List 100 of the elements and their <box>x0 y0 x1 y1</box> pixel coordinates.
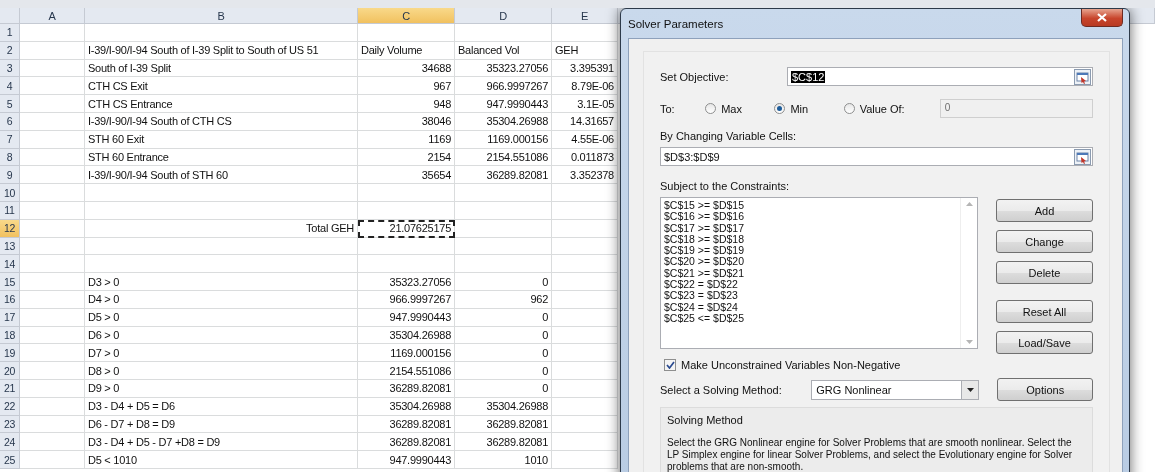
dialog-button[interactable]: Add <box>996 199 1093 222</box>
table-cell: 36289.82081 <box>455 433 552 452</box>
checkbox[interactable] <box>664 359 676 371</box>
column-header[interactable]: B <box>85 8 358 24</box>
variable-cells-field[interactable]: $D$3:$D$9 <box>660 147 1093 166</box>
radio-option[interactable]: Min <box>774 102 844 115</box>
table-cell: GEH <box>552 41 618 60</box>
table-cell: I-39/I-90/I-94 South of CTH CS <box>85 113 358 131</box>
constraint-item[interactable]: $C$17 >= $D$17 <box>664 222 957 234</box>
group-title: Solving Method <box>667 414 744 426</box>
table-cell: D3 > 0 <box>85 273 358 291</box>
field-label: To: <box>660 102 676 115</box>
constraint-item[interactable]: $C$21 >= $D$21 <box>664 267 957 280</box>
scroll-up-icon <box>965 202 973 206</box>
column-header[interactable]: D <box>455 8 552 24</box>
table-cell: Daily Volume <box>358 41 455 60</box>
row-header[interactable]: 19 <box>0 344 20 363</box>
table-cell: 35304.26988 <box>455 397 552 416</box>
row-header[interactable]: 10 <box>0 184 20 202</box>
table-cell: 947.9990443 <box>455 95 552 113</box>
empty-cell <box>552 344 618 363</box>
table-cell: Total GEH <box>85 219 358 238</box>
constraint-item[interactable]: $C$18 >= $D$18 <box>664 233 957 246</box>
constraint-item[interactable]: $C$25 <= $D$25 <box>664 312 957 325</box>
table-cell: 0 <box>455 362 552 380</box>
table-cell: 2154 <box>358 148 455 167</box>
options-button[interactable]: Options <box>997 378 1093 401</box>
row-header[interactable]: 25 <box>0 451 20 469</box>
table-cell: 0 <box>455 326 552 345</box>
table-cell: 3.395391 <box>552 59 618 78</box>
row-header[interactable]: 24 <box>0 433 20 452</box>
constraint-item[interactable]: $C$15 >= $D$15 <box>664 200 957 212</box>
field-label: Subject to the Constraints: <box>660 180 789 192</box>
table-cell: 1169.000156 <box>358 344 455 363</box>
objective-field[interactable]: $C$12 <box>787 67 1093 86</box>
row-header[interactable]: 5 <box>0 95 20 113</box>
row-header[interactable]: 14 <box>0 255 20 274</box>
table-cell: D8 > 0 <box>85 362 358 380</box>
empty-cell <box>552 219 618 238</box>
column-header[interactable]: A <box>20 8 85 24</box>
table-cell: 948 <box>358 95 455 113</box>
table-cell: 2154.551086 <box>455 148 552 167</box>
empty-cell <box>552 451 618 469</box>
table-cell: 35323.27056 <box>358 273 455 291</box>
radio-option[interactable]: Max <box>705 102 775 115</box>
table-cell: 962 <box>455 290 552 309</box>
method-dropdown[interactable]: GRG Nonlinear <box>811 379 980 400</box>
scroll-down-icon <box>965 340 973 344</box>
table-cell: I-39/I-90/I-94 South of I-39 Split to South of US 51 <box>85 41 358 60</box>
table-cell: 35304.26988 <box>455 113 552 131</box>
range-select-icon[interactable] <box>1074 148 1091 165</box>
table-cell: 34688 <box>358 59 455 78</box>
row-header[interactable]: 20 <box>0 362 20 380</box>
empty-cell <box>552 362 618 380</box>
row-header[interactable]: 15 <box>0 273 20 291</box>
table-cell: 36289.82081 <box>358 433 455 452</box>
table-cell: 0 <box>455 273 552 291</box>
constraint-item[interactable]: $C$16 >= $D$16 <box>664 211 957 223</box>
column-header[interactable]: E <box>552 8 618 24</box>
row-header[interactable]: 4 <box>0 77 20 96</box>
checkbox-label: Make Unconstrained Variables Non-Negative <box>681 359 901 371</box>
dialog-button[interactable]: Delete <box>996 261 1093 284</box>
radio-option[interactable]: Value Of: <box>843 102 940 115</box>
empty-cell <box>552 201 618 220</box>
dialog-button[interactable]: Reset All <box>996 300 1093 323</box>
empty-cell <box>552 255 618 274</box>
table-cell: D9 > 0 <box>85 379 358 398</box>
dialog-button[interactable]: Load/Save <box>996 331 1093 354</box>
table-cell: 3.1E-05 <box>552 95 618 113</box>
table-cell: D3 - D4 + D5 - D7 +D8 = D9 <box>85 433 358 452</box>
close-icon <box>1097 13 1107 22</box>
constraint-item[interactable]: $C$19 >= $D$19 <box>664 245 957 257</box>
table-cell: 35304.26988 <box>358 326 455 345</box>
constraints-list[interactable]: $C$15 >= $D$15 $C$16 >= $D$16 $C$17 >= $D$17 $C$18 >= $D$18 $C$19 >= $D$19 $C$20 >= $D$20 $C$21 >= $D$21 $C$22 = $D$22 $C$23 = $D$23 $C$24 = $D$24 $C$25 <= $D$25 <box>660 197 978 349</box>
table-cell: 36289.82081 <box>358 379 455 398</box>
empty-cell <box>552 24 618 42</box>
empty-cell <box>552 290 618 309</box>
table-cell: D5 < 1010 <box>85 451 358 469</box>
table-cell: 1169 <box>358 130 455 149</box>
column-header[interactable]: C <box>358 8 455 24</box>
dialog-button[interactable]: Change <box>996 230 1093 253</box>
table-cell: 3.352378 <box>552 166 618 185</box>
empty-cell <box>552 415 618 434</box>
constraint-item[interactable]: $C$23 = $D$23 <box>664 290 957 302</box>
close-button[interactable] <box>1081 9 1123 27</box>
constraint-item[interactable]: $C$22 = $D$22 <box>664 279 957 291</box>
table-cell: CTH CS Exit <box>85 77 358 96</box>
range-select-icon[interactable] <box>1074 68 1091 85</box>
constraint-item[interactable]: $C$20 >= $D$20 <box>664 256 957 268</box>
table-cell: South of I-39 Split <box>85 59 358 78</box>
table-cell: 38046 <box>358 113 455 131</box>
table-cell: 35654 <box>358 166 455 185</box>
table-cell: D6 > 0 <box>85 326 358 345</box>
table-cell: 0 <box>455 344 552 363</box>
constraint-item[interactable]: $C$24 = $D$24 <box>664 301 957 313</box>
row-header[interactable]: 1 <box>0 24 20 42</box>
table-cell: 36289.82081 <box>358 415 455 434</box>
table-cell: 966.9997267 <box>358 290 455 309</box>
row-header[interactable]: 9 <box>0 166 20 185</box>
empty-cell <box>552 273 618 291</box>
